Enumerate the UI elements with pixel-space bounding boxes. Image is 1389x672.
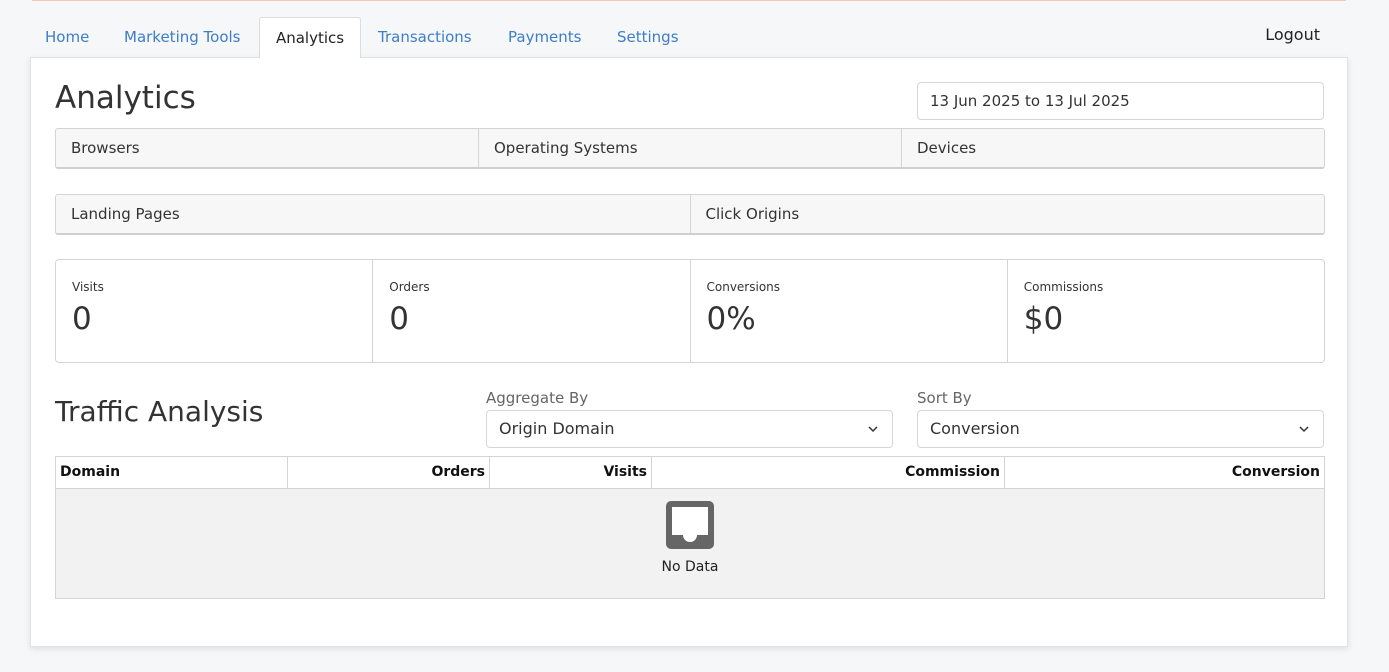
sort-by-value: Conversion: [930, 419, 1020, 438]
date-range-picker[interactable]: 13 Jun 2025 to 13 Jul 2025: [917, 82, 1324, 120]
chevron-down-icon: [868, 426, 878, 433]
top-accent-line: [32, 0, 1346, 1]
stat-visits: Visits 0: [56, 260, 374, 362]
stat-value: 0%: [706, 301, 756, 337]
stat-label: Commissions: [1023, 280, 1104, 294]
stat-label: Visits: [72, 280, 104, 294]
devices-button[interactable]: Devices: [902, 129, 1324, 167]
column-conversion[interactable]: Conversion: [1005, 457, 1324, 488]
traffic-analysis-title: Traffic Analysis: [55, 395, 264, 428]
stat-label: Conversions: [706, 280, 781, 294]
aggregate-by-label: Aggregate By: [486, 389, 589, 407]
tab-payments[interactable]: Payments: [508, 17, 581, 57]
traffic-table: Domain Orders Visits Commission Conversi…: [55, 456, 1325, 599]
column-orders[interactable]: Orders: [288, 457, 490, 488]
stat-value: 0: [389, 301, 409, 337]
column-visits[interactable]: Visits: [490, 457, 652, 488]
stat-commissions: Commissions $0: [1008, 260, 1324, 362]
aggregate-by-select[interactable]: Origin Domain: [486, 410, 893, 448]
tab-transactions[interactable]: Transactions: [378, 17, 472, 57]
stat-value: $0: [1023, 301, 1064, 337]
stat-conversions: Conversions 0%: [691, 260, 1008, 362]
tab-home[interactable]: Home: [45, 17, 89, 57]
stats-summary: Visits 0 Orders 0 Conversions 0% Commiss…: [55, 259, 1325, 363]
table-empty-state: No Data: [56, 489, 1324, 598]
stat-orders: Orders 0: [373, 260, 691, 362]
analytics-panel: Analytics 13 Jun 2025 to 13 Jul 2025 Bro…: [30, 57, 1348, 647]
chevron-down-icon: [1299, 426, 1309, 433]
column-commission[interactable]: Commission: [652, 457, 1005, 488]
tab-settings[interactable]: Settings: [617, 17, 679, 57]
aggregate-by-value: Origin Domain: [499, 419, 615, 438]
main-nav: Home Marketing Tools Analytics Transacti…: [30, 17, 1348, 58]
tab-analytics[interactable]: Analytics: [259, 17, 361, 58]
report-group-row-2: Landing Pages Click Origins: [55, 194, 1325, 235]
stat-value: 0: [72, 301, 92, 337]
page-title: Analytics: [55, 80, 196, 116]
no-data-text: No Data: [661, 559, 719, 575]
report-group-row-1: Browsers Operating Systems Devices: [55, 128, 1325, 169]
inbox-icon: [666, 501, 714, 549]
landing-pages-button[interactable]: Landing Pages: [56, 195, 691, 233]
column-domain[interactable]: Domain: [56, 457, 288, 488]
table-header: Domain Orders Visits Commission Conversi…: [56, 457, 1324, 489]
sort-by-select[interactable]: Conversion: [917, 410, 1324, 448]
sort-by-label: Sort By: [917, 389, 972, 407]
browsers-button[interactable]: Browsers: [56, 129, 479, 167]
stat-label: Orders: [389, 280, 430, 294]
operating-systems-button[interactable]: Operating Systems: [479, 129, 902, 167]
tab-marketing-tools[interactable]: Marketing Tools: [124, 17, 240, 57]
logout-link[interactable]: Logout: [1265, 25, 1320, 44]
click-origins-button[interactable]: Click Origins: [691, 195, 1325, 233]
